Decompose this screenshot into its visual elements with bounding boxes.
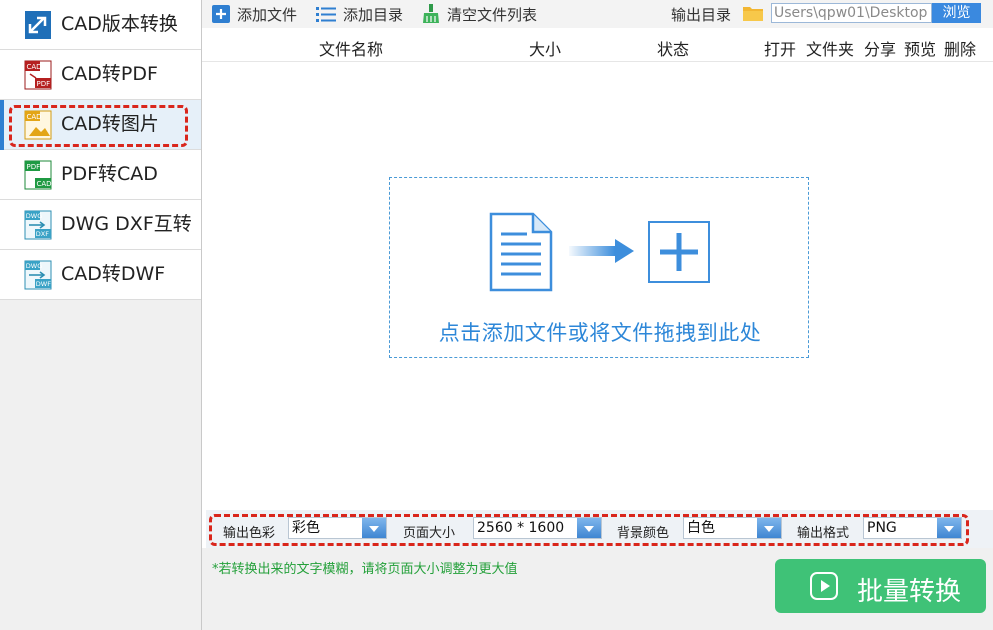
play-icon [810,572,838,600]
sidebar-item-cad-version[interactable]: CAD版本转换 [0,0,201,50]
background-label: 背景颜色 [617,526,670,541]
sidebar-item-cad-to-image[interactable]: CAD CAD转图片 [0,100,201,150]
color-select[interactable]: 彩色 [288,517,387,539]
active-indicator [0,100,4,150]
browse-button[interactable]: 浏览 [932,3,981,23]
icon-text: PDF [37,80,51,88]
cad-to-pdf-icon: CAD PDF [24,60,52,90]
sidebar-item-pdf-to-cad[interactable]: PDF CAD PDF转CAD [0,150,201,200]
hint-text: *若转换出来的文字模糊，请将页面大小调整为更大值 [212,562,518,577]
document-icon [489,212,553,292]
add-folder-button[interactable]: 添加目录 [316,2,403,26]
icon-text: DXF [36,230,49,238]
column-open: 打开 [764,40,797,59]
column-preview: 预览 [904,40,937,59]
arrow-right-icon [569,239,634,263]
column-delete: 删除 [944,40,977,59]
output-path-input[interactable]: Users\qpw01\Desktop [771,3,932,23]
add-file-button[interactable]: 添加文件 [212,2,297,26]
pdf-to-cad-icon: PDF CAD [24,160,52,190]
icon-text: DWG [26,262,42,270]
chevron-down-icon [937,518,961,538]
color-select-value: 彩色 [292,520,320,536]
chevron-down-icon [362,518,386,538]
plus-icon [212,5,230,23]
sidebar-item-label: CAD版本转换 [61,13,178,35]
page-size-select[interactable]: 2560 * 1600 [473,517,602,539]
sidebar-item-dwg-dxf[interactable]: DWG DXF DWG DXF互转 [0,200,201,250]
folder-icon[interactable] [743,4,763,22]
page-size-label: 页面大小 [403,526,456,541]
sidebar-item-label: CAD转PDF [61,63,158,85]
output-dir-label: 输出目录 [671,6,732,24]
output-options-bar: 输出色彩 彩色 页面大小 2560 * 1600 背景颜色 白色 输出格式 PN… [206,510,993,548]
file-drop-zone[interactable]: 点击添加文件或将文件拖拽到此处 [389,177,809,358]
format-select[interactable]: PNG [863,517,962,539]
dwg-dxf-icon: DWG DXF [24,210,52,240]
sidebar-item-cad-to-pdf[interactable]: CAD PDF CAD转PDF [0,50,201,100]
sidebar-item-cad-to-dwf[interactable]: DWG DWF CAD转DWF [0,250,201,300]
batch-convert-button[interactable]: 批量转换 [775,559,986,613]
broom-icon [423,4,439,23]
color-label: 输出色彩 [223,526,276,541]
icon-text: CAD [37,180,52,188]
icon-text: CAD [27,63,42,71]
sidebar-item-label: DWG DXF互转 [61,213,192,235]
page-size-select-value: 2560 * 1600 [477,520,565,536]
format-select-value: PNG [867,520,897,536]
icon-text: DWG [26,212,42,220]
clear-list-label: 清空文件列表 [447,5,538,24]
icon-text: DWF [36,280,51,288]
column-status: 状态 [657,40,690,59]
drop-zone-text: 点击添加文件或将文件拖拽到此处 [438,321,762,345]
column-share: 分享 [864,40,897,59]
add-plus-icon[interactable] [648,221,710,283]
file-table-header: 文件名称 大小 状态 打开 文件夹 分享 预览 删除 [202,28,993,62]
background-select-value: 白色 [687,520,715,536]
list-icon [316,7,336,22]
cad-version-icon [25,11,51,39]
app-window: CAD版本转换 CAD PDF CAD转PDF CAD CAD转图片 PDF C… [0,0,993,630]
add-file-label: 添加文件 [237,5,298,24]
add-folder-label: 添加目录 [343,5,404,24]
column-folder: 文件夹 [806,40,855,59]
sidebar-item-label: PDF转CAD [61,163,158,185]
highlight-box [9,105,188,147]
chevron-down-icon [577,518,601,538]
chevron-down-icon [757,518,781,538]
format-label: 输出格式 [797,526,850,541]
dwg-to-dwf-icon: DWG DWF [24,260,52,290]
toolbar: 添加文件 添加目录 清空文件列表 输出目录 Users\qpw01\Deskto… [202,0,993,28]
batch-convert-label: 批量转换 [857,577,960,607]
column-size: 大小 [529,40,562,59]
sidebar-item-label: CAD转DWF [61,263,166,285]
sidebar: CAD版本转换 CAD PDF CAD转PDF CAD CAD转图片 PDF C… [0,0,202,630]
footer: *若转换出来的文字模糊，请将页面大小调整为更大值 批量转换 [202,548,993,630]
icon-text: PDF [27,163,41,171]
column-file-name: 文件名称 [319,40,384,59]
background-select[interactable]: 白色 [683,517,782,539]
clear-list-button[interactable]: 清空文件列表 [422,2,537,26]
